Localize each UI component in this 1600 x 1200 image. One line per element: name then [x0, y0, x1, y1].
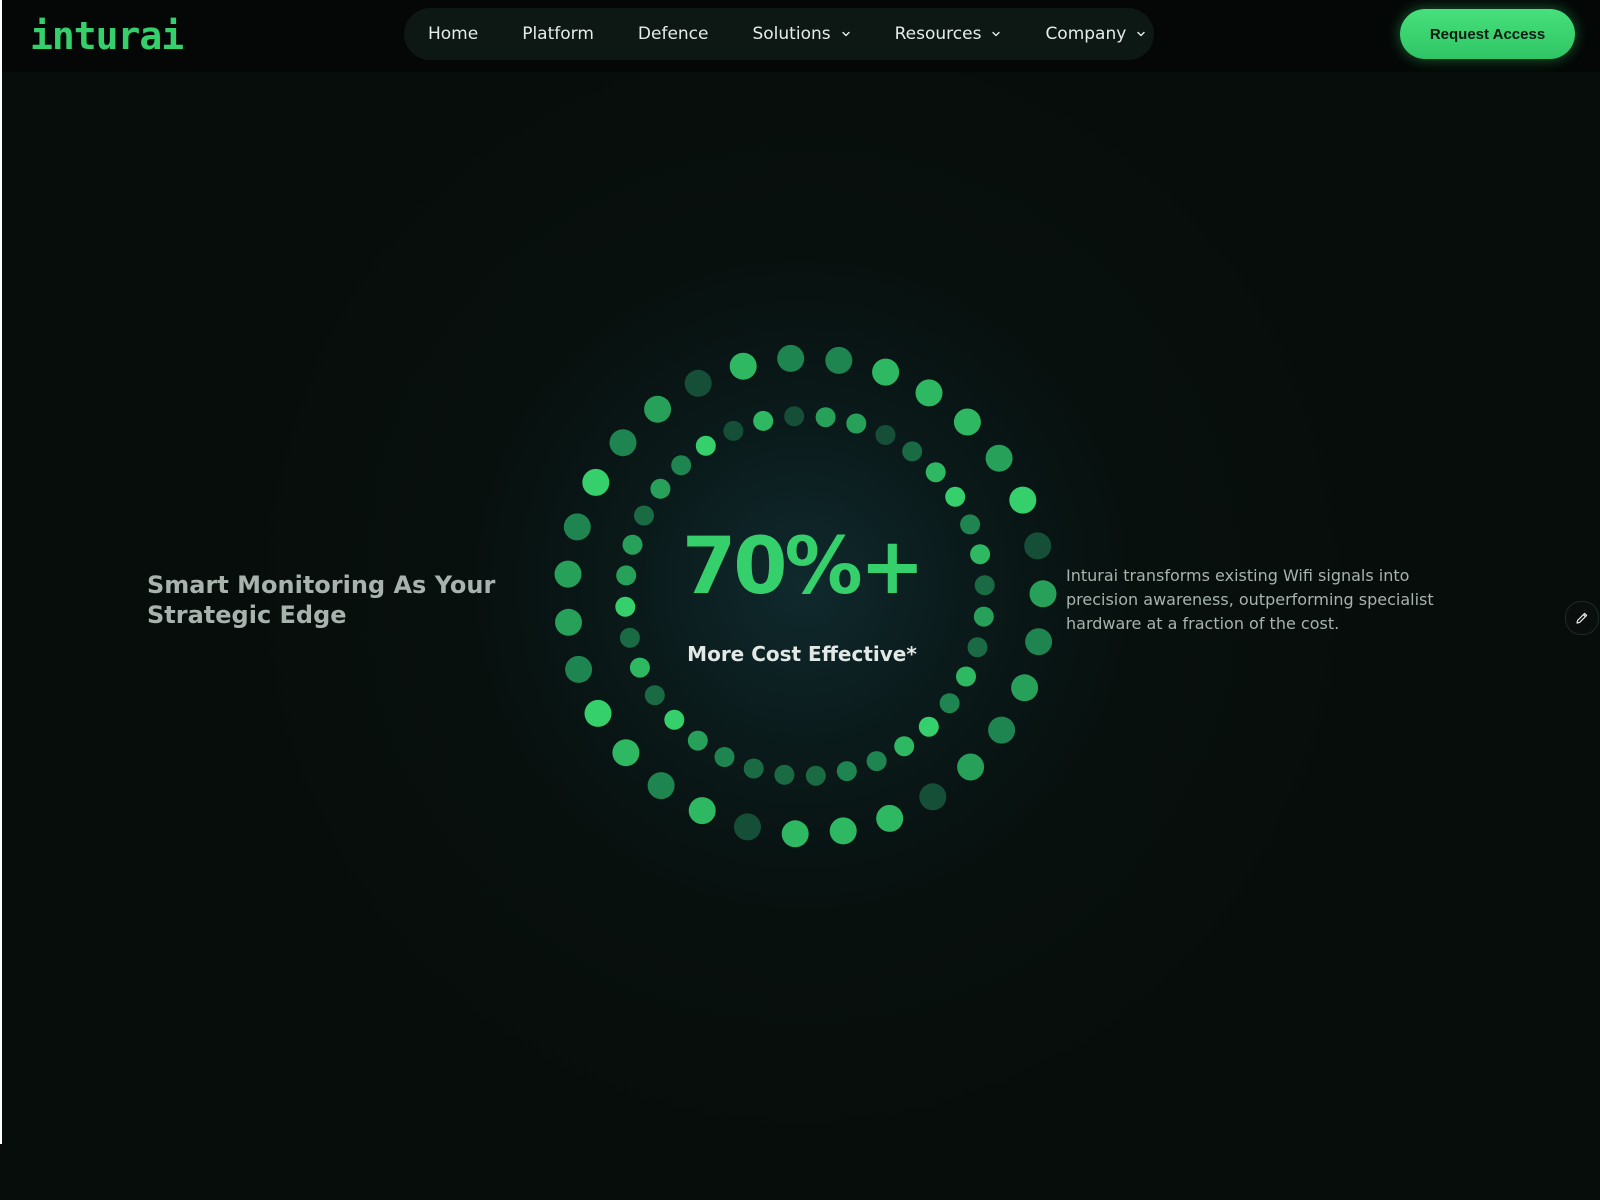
chevron-down-icon: [1137, 31, 1146, 37]
ring-dot: [957, 753, 985, 781]
ring-dot: [612, 739, 640, 767]
ring-dot: [584, 699, 612, 727]
ring-dot: [919, 783, 947, 811]
ring-dot: [695, 435, 716, 456]
nav-item-company[interactable]: Company: [1045, 24, 1146, 44]
ring-dot: [956, 666, 976, 687]
nav-item-home[interactable]: Home: [428, 24, 478, 44]
ring-dot: [988, 716, 1016, 744]
ring-dot: [902, 441, 923, 462]
nav-item-label: Platform: [522, 24, 594, 44]
ring-dot: [925, 462, 946, 483]
page: inturai Home Platform Defence Solutions …: [2, 0, 1600, 1200]
chevron-down-icon: [841, 31, 850, 37]
ring-dot: [825, 346, 853, 374]
nav-item-label: Solutions: [752, 24, 831, 44]
hero-headline: Smart Monitoring As Your Strategic Edge: [147, 571, 496, 629]
ring-dot: [743, 758, 764, 779]
ring-dot: [647, 772, 675, 800]
ring-dot: [687, 730, 708, 751]
chevron-down-icon: [992, 31, 1001, 37]
ring-dot: [939, 693, 960, 714]
ring-dot: [753, 410, 774, 431]
ring-dot: [815, 407, 836, 428]
ring-dot: [876, 804, 904, 832]
ring-dot: [1024, 532, 1052, 560]
ring-dot: [829, 817, 857, 845]
stat-label: More Cost Effective*: [687, 642, 917, 666]
ring-dot: [609, 429, 637, 457]
ring-dot: [846, 413, 867, 434]
pencil-icon: [1576, 612, 1588, 624]
ring-dot: [784, 406, 805, 427]
nav-item-label: Home: [428, 24, 479, 44]
ring-dot: [777, 344, 805, 372]
ring-dot: [1029, 580, 1057, 608]
ring-dot: [684, 369, 712, 397]
ring-dot: [894, 736, 915, 757]
nav-item-solutions[interactable]: Solutions: [752, 24, 850, 44]
ring-dot: [563, 513, 591, 541]
nav-item-label: Company: [1045, 24, 1127, 44]
nav-item-resources[interactable]: Resources: [895, 24, 1002, 44]
main-nav: Home Platform Defence Solutions Resource…: [404, 8, 1154, 60]
ring-dot: [781, 820, 809, 848]
ring-dot: [714, 747, 735, 767]
ring-dot: [985, 444, 1013, 472]
nav-item-label: Defence: [637, 24, 709, 44]
ring-dot: [644, 685, 665, 706]
ring-dot: [1025, 628, 1053, 656]
nav-item-defence[interactable]: Defence: [638, 24, 709, 44]
ring-dot: [953, 408, 981, 436]
ring-dot: [671, 455, 692, 476]
ring-dot: [650, 478, 671, 499]
ring-dot: [582, 468, 610, 496]
ring-dot: [729, 352, 757, 380]
nav-item-label: Resources: [894, 24, 982, 44]
ring-dot: [872, 358, 900, 386]
ring-dot: [644, 395, 672, 423]
ring-dot: [805, 765, 826, 786]
ring-dot: [688, 797, 716, 825]
ring-dot: [1011, 674, 1039, 702]
page-footer-strip: [0, 1144, 1600, 1200]
ring-dot: [723, 420, 744, 441]
nav-item-platform[interactable]: Platform: [522, 24, 594, 44]
ring-dot: [565, 655, 593, 683]
edit-button[interactable]: [1565, 601, 1599, 635]
ring-dot: [1009, 486, 1037, 514]
ring-dot: [555, 608, 582, 636]
ring-dot: [875, 425, 896, 445]
request-access-button[interactable]: Request Access: [1400, 9, 1575, 59]
stat-value: 70%+: [681, 522, 925, 612]
ring-dot: [866, 751, 887, 772]
ring-dot: [918, 716, 939, 737]
ring-dot: [554, 560, 582, 588]
ring-dot: [945, 486, 966, 507]
ring-dot: [664, 709, 685, 730]
ring-dot: [915, 379, 943, 407]
site-header: inturai Home Platform Defence Solutions …: [2, 0, 1600, 72]
logo[interactable]: inturai: [30, 14, 184, 58]
ring-dot: [734, 813, 761, 841]
ring-dot: [774, 764, 795, 785]
hero-description: Inturai transforms existing Wifi signals…: [1066, 566, 1434, 633]
ring-dot: [836, 761, 857, 782]
